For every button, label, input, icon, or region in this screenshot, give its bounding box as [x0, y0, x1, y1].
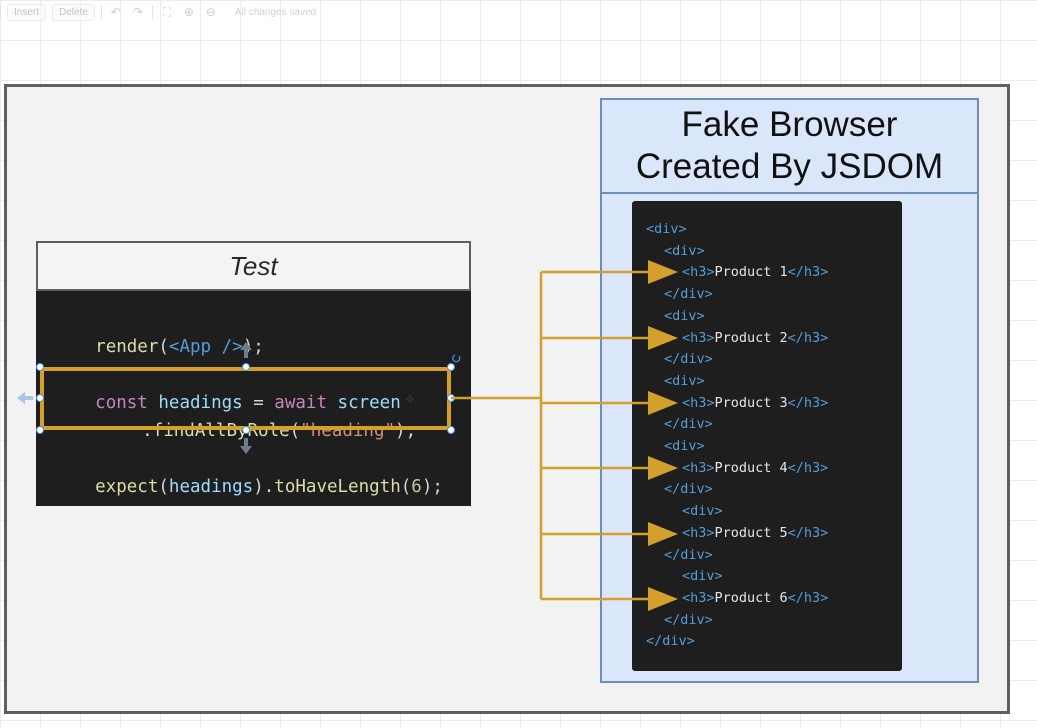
- zoom-in-icon[interactable]: ⊕: [181, 4, 197, 20]
- dom-tag: <div>: [646, 221, 687, 237]
- dom-tag: </div>: [664, 286, 713, 303]
- dom-div-close: </div>: [664, 416, 713, 432]
- zoom-out-icon[interactable]: ⊖: [203, 4, 219, 20]
- delete-button[interactable]: Delete: [52, 3, 95, 21]
- dom-heading-line: <h3>Product 1</h3>: [682, 264, 828, 280]
- dom-tag: <div>: [664, 242, 705, 259]
- dom-tag: </div>: [664, 416, 713, 433]
- code-token: (: [158, 477, 169, 497]
- resize-handle-w[interactable]: [36, 394, 44, 402]
- dom-heading-line: <h3>Product 6</h3>: [682, 590, 828, 606]
- dom-div-open: <div>: [664, 243, 705, 259]
- dom-tag: <div>: [664, 372, 705, 389]
- dom-div-close: </div>: [664, 286, 713, 302]
- dom-tag: </div>: [664, 546, 713, 563]
- dom-tag: </div>: [664, 481, 713, 498]
- code-token: (: [400, 477, 412, 497]
- dom-div-open: <div>: [664, 308, 705, 324]
- code-token: toHaveLength: [274, 477, 401, 497]
- dom-tag: </div>: [664, 351, 713, 368]
- dom-tag: <div>: [664, 307, 705, 324]
- dom-tag: <div>: [664, 438, 705, 454]
- browser-title: Fake Browser Created By JSDOM: [602, 100, 977, 194]
- test-title-text: Test: [229, 250, 278, 281]
- resize-handle-nw[interactable]: [36, 363, 44, 371]
- code-token: );: [242, 337, 264, 357]
- dom-tag: <h3>: [682, 589, 715, 606]
- dom-div-close: </div>: [664, 351, 713, 367]
- dom-tag: <h3>: [682, 524, 715, 541]
- dom-tag: <div>: [682, 568, 723, 585]
- dom-heading-line: <h3>Product 4</h3>: [682, 460, 828, 476]
- dom-div-close: </div>: [664, 612, 713, 628]
- toolbar: Insert Delete ↶ ↷ ⛶ ⊕ ⊖ All changes save…: [0, 0, 420, 24]
- test-panel-title[interactable]: Test: [36, 241, 471, 291]
- dom-tag: </h3>: [787, 264, 829, 281]
- dom-root-close: </div>: [646, 633, 695, 649]
- dom-heading-text: Product 5: [714, 524, 788, 541]
- dom-tag: </h3>: [787, 459, 829, 476]
- dom-tag: </h3>: [787, 329, 829, 346]
- code-token: expect: [95, 477, 159, 497]
- dom-div-open: <div>: [664, 438, 705, 454]
- dom-tag: <div>: [682, 503, 723, 520]
- dom-tree-panel[interactable]: <div> <div> <h3>Product 1</h3> </div> <div> <…: [632, 201, 902, 671]
- dom-div-open: <div>: [682, 503, 723, 519]
- code-token: headings: [168, 477, 254, 497]
- dom-tag: </h3>: [787, 524, 829, 541]
- dom-heading-text: Product 4: [714, 459, 788, 476]
- dom-tag: </h3>: [787, 394, 829, 411]
- move-cursor-icon: ✥: [405, 394, 415, 406]
- fullscreen-icon[interactable]: ⛶: [159, 4, 175, 20]
- code-line-expect: expect(headings).toHaveLength(6);: [53, 457, 443, 517]
- dom-heading-line: <h3>Product 5</h3>: [682, 525, 828, 541]
- dom-root-open: <div>: [646, 221, 687, 237]
- dom-heading-line: <h3>Product 2</h3>: [682, 330, 828, 346]
- dom-div-open: <div>: [682, 568, 723, 584]
- dom-heading-text: Product 1: [714, 264, 788, 281]
- dom-heading-line: <h3>Product 3</h3>: [682, 395, 828, 411]
- dom-tag: <h3>: [682, 394, 715, 411]
- code-token: );: [421, 477, 443, 497]
- dom-heading-text: Product 3: [714, 394, 788, 411]
- toolbar-divider: [0, 5, 1, 19]
- toolbar-divider: [151, 5, 153, 19]
- undo-icon[interactable]: ↶: [108, 4, 124, 20]
- save-status: All changes saved: [234, 6, 317, 18]
- resize-handle-se[interactable]: [447, 426, 455, 434]
- dom-tag: </div>: [646, 633, 695, 650]
- dom-div-close: </div>: [664, 481, 713, 497]
- dom-tag: <h3>: [682, 264, 715, 281]
- insert-button[interactable]: Insert: [7, 3, 47, 21]
- dom-heading-text: Product 6: [714, 589, 788, 606]
- resize-handle-e[interactable]: [447, 394, 455, 402]
- browser-title-line1: Fake Browser: [681, 105, 898, 144]
- code-token: (: [158, 337, 169, 357]
- resize-handle-n[interactable]: [242, 363, 250, 371]
- dom-tag: <h3>: [682, 459, 715, 476]
- code-token: <App />: [168, 337, 243, 357]
- code-token: 6: [411, 477, 422, 497]
- code-token: render: [95, 337, 159, 357]
- resize-handle-s[interactable]: [242, 426, 250, 434]
- dom-div-open: <div>: [664, 373, 705, 389]
- resize-handle-ne[interactable]: [447, 363, 455, 371]
- dom-div-close: </div>: [664, 547, 713, 563]
- dom-tag: <h3>: [682, 329, 715, 346]
- browser-title-line2: Created By JSDOM: [635, 147, 944, 186]
- query-highlight-box[interactable]: [40, 367, 451, 430]
- toolbar-divider: [100, 5, 102, 19]
- code-token: ).: [253, 477, 275, 497]
- resize-handle-sw[interactable]: [36, 426, 44, 434]
- dom-tag: </div>: [664, 611, 713, 628]
- dom-heading-text: Product 2: [714, 329, 788, 346]
- dom-tag: </h3>: [787, 589, 829, 606]
- redo-icon[interactable]: ↷: [130, 4, 146, 20]
